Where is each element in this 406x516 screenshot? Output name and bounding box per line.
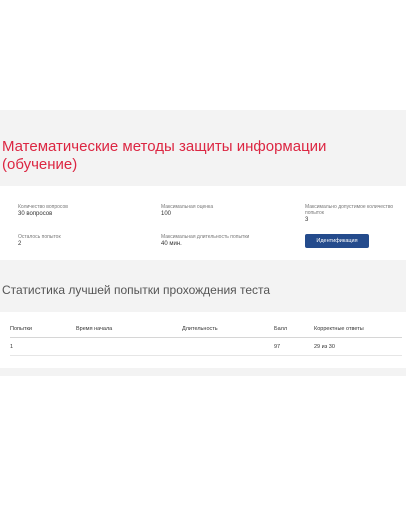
max-score-label: Максимальная оценка [161,204,214,210]
attempts-left-label: Осталось попыток [18,234,61,240]
table-row: 1 97 29 из 30 [10,338,402,356]
cell-attempt: 1 [10,343,14,350]
max-attempts-label: Максимально допустимое количество попыто… [305,204,394,216]
max-score-value: 100 [161,211,172,217]
cell-duration [182,338,274,356]
attempts-left-value: 2 [18,241,22,247]
stats-table: Попытки Время начала Длительность Балл К… [10,320,402,356]
stats-section-title: Статистика лучшей попытки прохождения те… [2,283,271,297]
page-title: Математические методы защиты информации … [2,138,327,173]
column-header-correct-answers: Корректные ответы [314,325,364,332]
test-info-card: Количество вопросов 30 вопросов Максимал… [0,186,406,260]
table-header-row: Попытки Время начала Длительность Балл К… [10,320,402,338]
max-duration-value: 40 мин. [161,241,182,247]
questions-count-field: Количество вопросов 30 вопросов [18,204,128,218]
max-attempts-field: Максимально допустимое количество попыто… [305,204,405,224]
cell-score: 97 [274,343,281,350]
stats-card: Попытки Время начала Длительность Балл К… [0,312,406,368]
attempts-left-field: Осталось попыток 2 [18,234,128,248]
column-header-start-time: Время начала [76,325,113,332]
max-duration-field: Максимальная длительность попытки 40 мин… [161,234,281,248]
max-attempts-value: 3 [305,217,309,223]
max-score-field: Максимальная оценка 100 [161,204,271,218]
identification-button[interactable]: Идентификация [305,234,369,248]
column-header-duration: Длительность [182,325,218,332]
cell-correct-answers: 29 из 30 [314,343,335,350]
max-duration-label: Максимальная длительность попытки [161,234,250,240]
cell-start-time [76,338,182,356]
page: Математические методы защиты информации … [0,0,406,516]
column-header-score: Балл [274,325,288,332]
column-header-attempts: Попытки [10,325,32,332]
questions-count-label: Количество вопросов [18,204,68,210]
questions-count-value: 30 вопросов [18,211,53,217]
